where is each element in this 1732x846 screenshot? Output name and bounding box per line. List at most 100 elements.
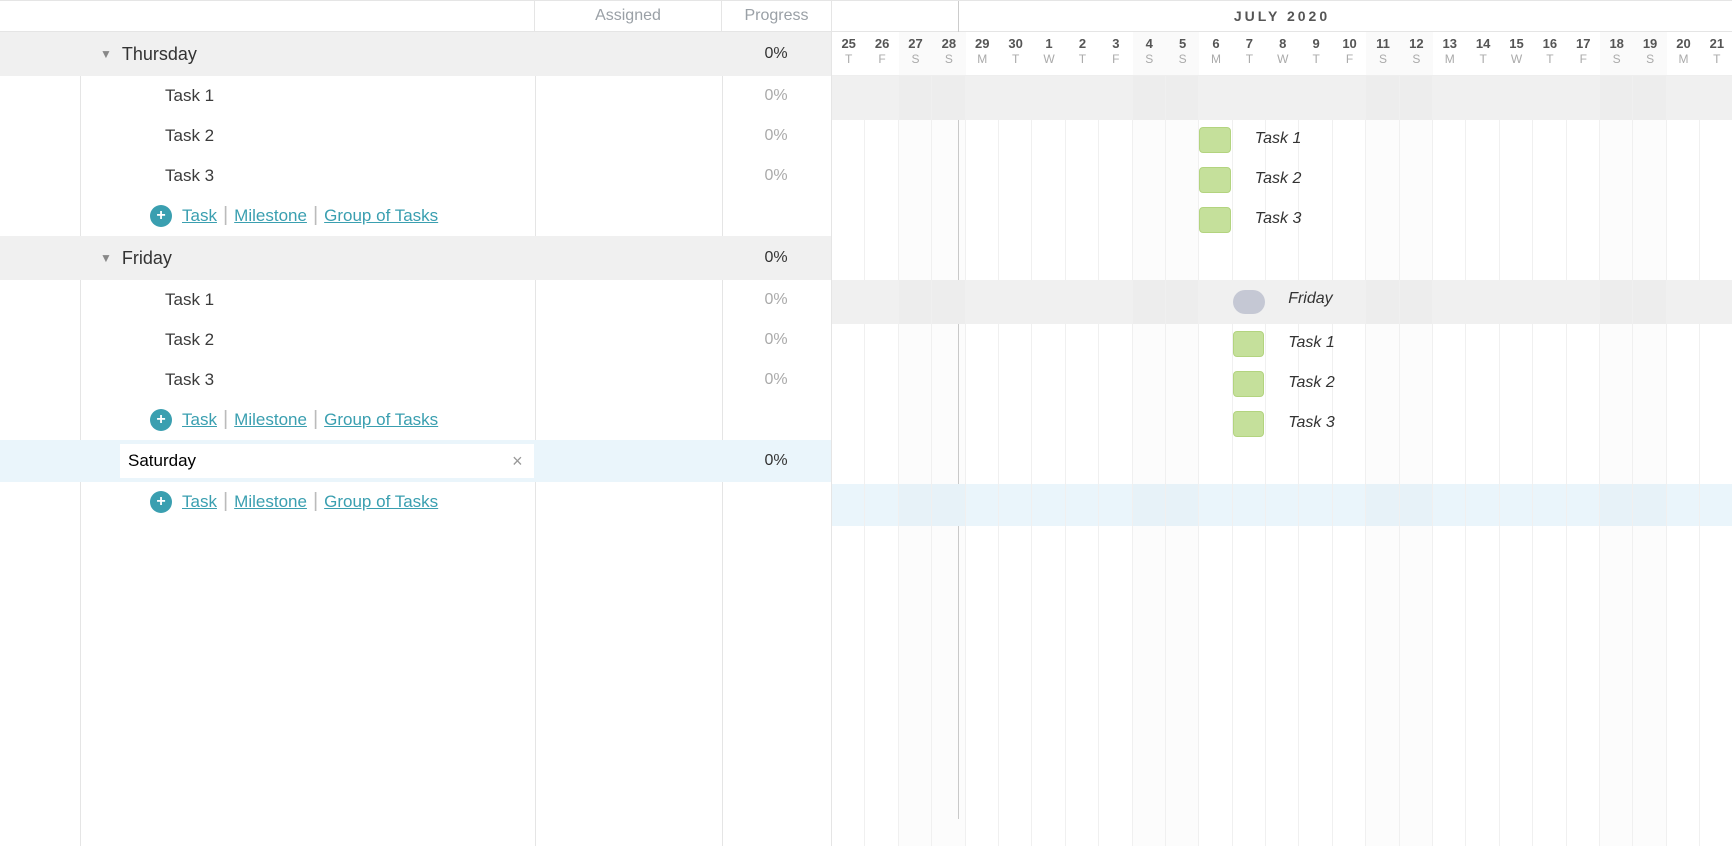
task-bar[interactable]	[1233, 371, 1264, 397]
task-name[interactable]: Task 3	[165, 166, 214, 186]
task-bar[interactable]	[1199, 207, 1230, 233]
add-milestone-link[interactable]: Milestone	[234, 206, 307, 226]
header-name-col	[0, 1, 535, 31]
gantt-editing-row	[832, 484, 1732, 526]
add-milestone-link[interactable]: Milestone	[234, 410, 307, 430]
gantt-add-row	[832, 526, 1732, 566]
group-name[interactable]: Friday	[122, 248, 172, 269]
header-assigned[interactable]: Assigned	[535, 1, 722, 31]
task-progress: 0%	[721, 87, 831, 105]
add-row: + Task | Milestone | Group of Tasks	[0, 482, 831, 522]
day-column: 3F	[1099, 32, 1132, 75]
gantt-empty-row	[832, 726, 1732, 766]
task-progress: 0%	[721, 331, 831, 349]
gantt-task-row: Task 2	[832, 364, 1732, 404]
task-bar[interactable]	[1199, 127, 1230, 153]
day-column: 20M	[1667, 32, 1700, 75]
day-column: 7T	[1233, 32, 1266, 75]
gantt-empty-row	[832, 686, 1732, 726]
gantt-task-row: Task 1	[832, 120, 1732, 160]
milestone-bar[interactable]	[1233, 290, 1265, 314]
gantt-empty-row	[832, 566, 1732, 606]
new-group-input[interactable]	[120, 444, 500, 478]
day-column: 29M	[966, 32, 999, 75]
group-row[interactable]: ▼ Friday 0%	[0, 236, 831, 280]
day-column: 5S	[1166, 32, 1199, 75]
gantt-group-row: Friday	[832, 280, 1732, 324]
task-name[interactable]: Task 3	[165, 370, 214, 390]
task-bar-label: Task 2	[1255, 170, 1302, 188]
task-row[interactable]: Task 2 0%	[0, 320, 831, 360]
day-column: 30T	[999, 32, 1032, 75]
task-progress: 0%	[721, 291, 831, 309]
add-group-link[interactable]: Group of Tasks	[324, 206, 438, 226]
task-list-pane: ▼ Thursday 0% Task 1 0% Task 2 0% Task 3…	[0, 32, 832, 846]
gantt-day-header: 25T26F27S28S29M30T1W2T3F4S5S6M7T8W9T10F1…	[832, 32, 1732, 76]
day-column: 8W	[1266, 32, 1299, 75]
gantt-add-row	[832, 444, 1732, 484]
add-icon[interactable]: +	[150, 491, 172, 513]
day-column: 25T	[832, 32, 865, 75]
gantt-add-row	[832, 240, 1732, 280]
day-column: 1W	[1032, 32, 1065, 75]
group-row[interactable]: ▼ Thursday 0%	[0, 32, 831, 76]
task-name[interactable]: Task 1	[165, 86, 214, 106]
task-bar[interactable]	[1199, 167, 1230, 193]
task-bar[interactable]	[1233, 411, 1264, 437]
gantt-task-row: Task 3	[832, 200, 1732, 240]
add-icon[interactable]: +	[150, 409, 172, 431]
collapse-icon[interactable]: ▼	[100, 251, 112, 265]
gantt-empty-row	[832, 606, 1732, 646]
day-column: 15W	[1500, 32, 1533, 75]
clear-input-icon[interactable]: ×	[500, 444, 534, 478]
gantt-task-row: Task 1	[832, 324, 1732, 364]
day-column: 12S	[1400, 32, 1433, 75]
add-task-link[interactable]: Task	[182, 206, 217, 226]
day-column: 10F	[1333, 32, 1366, 75]
milestone-label: Friday	[1288, 290, 1332, 308]
task-row[interactable]: Task 3 0%	[0, 360, 831, 400]
add-row: + Task | Milestone | Group of Tasks	[0, 400, 831, 440]
header-progress[interactable]: Progress	[722, 1, 832, 31]
timeline-header: JULY 2020	[832, 1, 1732, 31]
gantt-task-row: Task 3	[832, 404, 1732, 444]
group-name[interactable]: Thursday	[122, 44, 197, 65]
add-milestone-link[interactable]: Milestone	[234, 492, 307, 512]
task-bar[interactable]	[1233, 331, 1264, 357]
day-column: 16T	[1533, 32, 1566, 75]
new-group-row[interactable]: × 0%	[0, 440, 831, 482]
day-column: 6M	[1199, 32, 1232, 75]
gantt-empty-row	[832, 766, 1732, 806]
add-task-link[interactable]: Task	[182, 410, 217, 430]
day-column: 18S	[1600, 32, 1633, 75]
day-column: 21T	[1700, 32, 1732, 75]
add-icon[interactable]: +	[150, 205, 172, 227]
task-progress: 0%	[721, 127, 831, 145]
add-group-link[interactable]: Group of Tasks	[324, 410, 438, 430]
task-bar-label: Task 3	[1288, 414, 1335, 432]
day-column: 4S	[1133, 32, 1166, 75]
task-row[interactable]: Task 2 0%	[0, 116, 831, 156]
gantt-pane[interactable]: 25T26F27S28S29M30T1W2T3F4S5S6M7T8W9T10F1…	[832, 32, 1732, 846]
collapse-icon[interactable]: ▼	[100, 47, 112, 61]
day-column: 9T	[1299, 32, 1332, 75]
task-name[interactable]: Task 1	[165, 290, 214, 310]
task-bar-label: Task 2	[1288, 374, 1335, 392]
task-name[interactable]: Task 2	[165, 330, 214, 350]
task-row[interactable]: Task 3 0%	[0, 156, 831, 196]
task-row[interactable]: Task 1 0%	[0, 280, 831, 320]
day-column: 26F	[865, 32, 898, 75]
task-name[interactable]: Task 2	[165, 126, 214, 146]
task-row[interactable]: Task 1 0%	[0, 76, 831, 116]
day-column: 28S	[932, 32, 965, 75]
add-task-link[interactable]: Task	[182, 492, 217, 512]
column-header-row: Assigned Progress JULY 2020	[0, 1, 1732, 32]
task-bar-label: Task 1	[1288, 334, 1335, 352]
task-progress: 0%	[721, 371, 831, 389]
day-column: 2T	[1066, 32, 1099, 75]
new-group-progress: 0%	[721, 452, 831, 470]
timeline-title: JULY 2020	[1234, 8, 1330, 24]
add-row: + Task | Milestone | Group of Tasks	[0, 196, 831, 236]
add-group-link[interactable]: Group of Tasks	[324, 492, 438, 512]
group-progress: 0%	[721, 249, 831, 267]
